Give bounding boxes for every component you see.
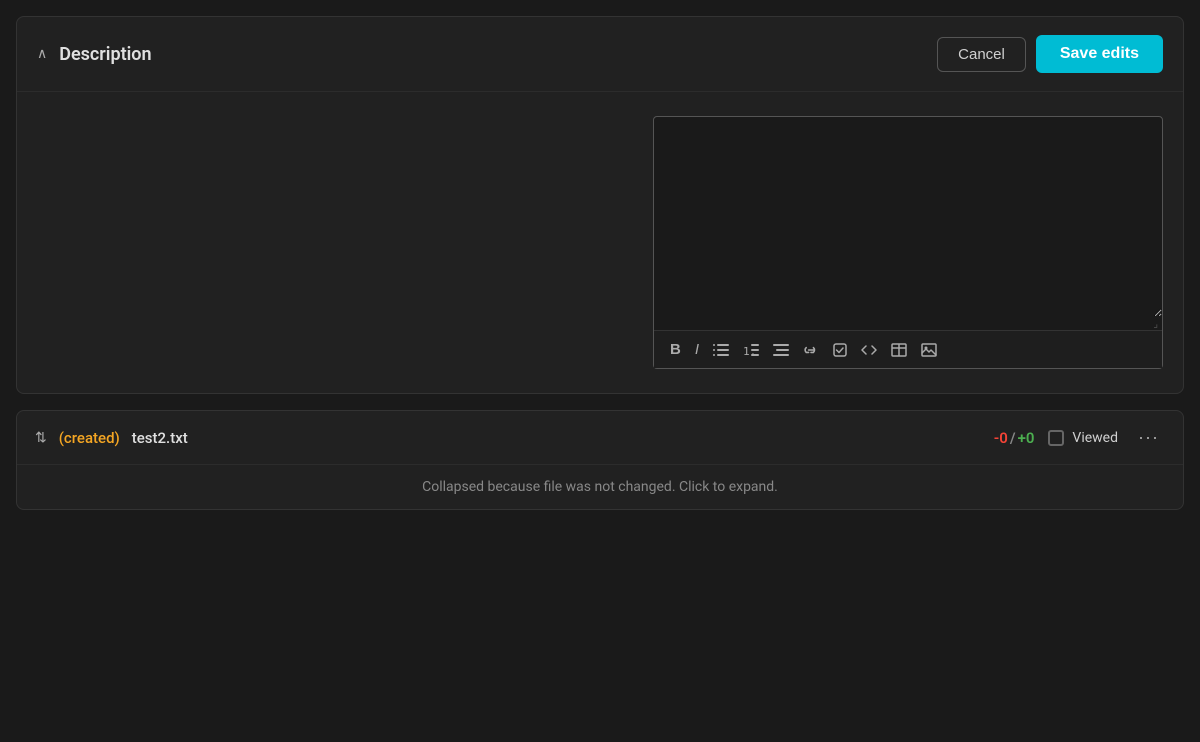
cancel-button[interactable]: Cancel [937, 37, 1026, 72]
description-header: ∧ Description Cancel Save edits [17, 17, 1183, 92]
diff-slash: / [1010, 429, 1016, 447]
table-button[interactable] [887, 341, 911, 359]
image-button[interactable] [917, 341, 941, 359]
collapse-icon[interactable]: ∧ [37, 46, 47, 62]
diff-minus: -0 [994, 429, 1008, 447]
file-collapsed-message[interactable]: Collapsed because file was not changed. … [17, 465, 1183, 509]
editor-toolbar: B I 1. [654, 330, 1162, 368]
file-name: test2.txt [132, 429, 188, 447]
code-button[interactable] [857, 341, 881, 359]
description-title: Description [59, 44, 151, 65]
header-buttons: Cancel Save edits [937, 35, 1163, 73]
editor-container: ⌟ B I [653, 116, 1163, 369]
file-header: ⇅ (created) test2.txt -0 / +0 Viewed ··· [17, 411, 1183, 465]
resize-handle: ⌟ [654, 317, 1162, 330]
bullet-list-button[interactable] [709, 341, 733, 359]
more-options-button[interactable]: ··· [1132, 425, 1165, 450]
viewed-section: Viewed [1048, 430, 1118, 446]
numbered-list-button[interactable]: 1. [739, 341, 763, 359]
save-edits-button[interactable]: Save edits [1036, 35, 1163, 73]
file-card: ⇅ (created) test2.txt -0 / +0 Viewed ···… [16, 410, 1184, 510]
indent-button[interactable] [769, 341, 793, 359]
file-header-right: -0 / +0 Viewed ··· [994, 425, 1165, 450]
italic-button[interactable]: I [691, 339, 703, 360]
description-textarea[interactable] [654, 117, 1162, 317]
diff-stats: -0 / +0 [994, 429, 1035, 447]
bold-button[interactable]: B [666, 339, 685, 360]
diff-plus: +0 [1018, 429, 1035, 447]
link-button[interactable] [799, 341, 823, 359]
description-card: ∧ Description Cancel Save edits ⌟ B I [16, 16, 1184, 394]
checkbox-button[interactable] [829, 341, 851, 359]
viewed-checkbox[interactable] [1048, 430, 1064, 446]
page-container: ∧ Description Cancel Save edits ⌟ B I [0, 0, 1200, 526]
expand-icon[interactable]: ⇅ [35, 430, 47, 446]
file-created-label: (created) [59, 429, 120, 447]
description-header-left: ∧ Description [37, 44, 152, 65]
description-body: ⌟ B I [17, 92, 1183, 393]
resize-icon: ⌟ [1153, 319, 1158, 330]
viewed-label: Viewed [1072, 430, 1118, 446]
file-header-left: ⇅ (created) test2.txt [35, 429, 188, 447]
